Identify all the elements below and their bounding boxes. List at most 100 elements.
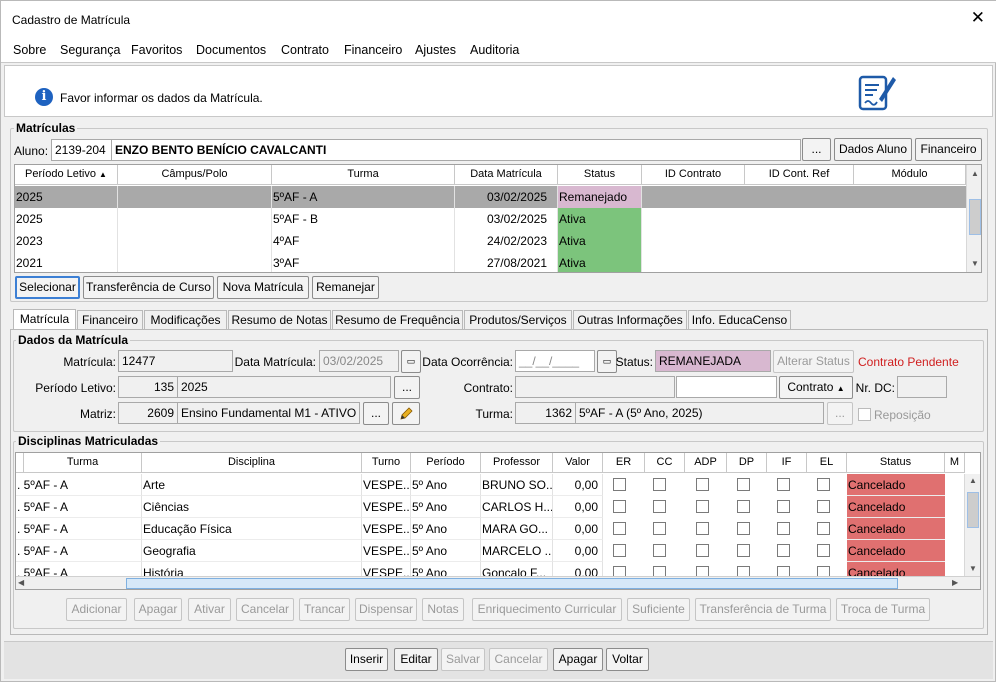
data-ocorrencia-field[interactable]: __/__/____ <box>515 350 595 372</box>
scroll-up-icon[interactable]: ▲ <box>967 169 981 178</box>
matriculas-scrollbar[interactable]: ▲ ▼ <box>966 165 981 272</box>
col-campus[interactable]: Câmpus/Polo <box>118 165 272 185</box>
transferencia-turma-button[interactable]: Transferência de Turma <box>695 598 831 621</box>
turma-code-field[interactable]: 1362 <box>515 402 576 424</box>
transferencia-curso-button[interactable]: Transferência de Curso <box>83 276 214 299</box>
table-cell-turma[interactable]: . 5ºAF - A <box>16 474 142 496</box>
row-checkbox[interactable] <box>653 500 666 513</box>
table-cell-periodo[interactable]: 5º Ano <box>411 518 481 540</box>
data-matricula-field[interactable]: 03/02/2025 <box>319 350 399 372</box>
tab-resumo-notas[interactable]: Resumo de Notas <box>228 310 331 330</box>
table-cell-turno[interactable]: VESPE... <box>362 540 411 562</box>
scroll-thumb[interactable] <box>969 199 981 235</box>
menu-sobre[interactable]: Sobre <box>13 43 46 57</box>
table-cell-status[interactable]: Ativa <box>558 230 642 252</box>
col-id-contrato[interactable]: ID Contrato <box>642 165 745 185</box>
col-periodo-letivo[interactable]: Período Letivo ▲ <box>15 165 118 185</box>
disciplinas-hscrollbar[interactable]: ◀ ▶ <box>16 576 980 589</box>
aluno-name-field[interactable]: ENZO BENTO BENÍCIO CAVALCANTI <box>111 139 801 161</box>
table-cell-turma[interactable]: 4ºAF <box>272 230 455 252</box>
table-cell-status[interactable]: Cancelado <box>847 518 945 540</box>
col-turno[interactable]: Turno <box>362 453 411 473</box>
row-checkbox[interactable] <box>653 544 666 557</box>
row-checkbox[interactable] <box>737 544 750 557</box>
tab-modificacoes[interactable]: Modificações <box>144 310 227 330</box>
table-cell-status[interactable]: Ativa <box>558 208 642 230</box>
matricula-field[interactable]: 12477 <box>118 350 233 372</box>
nova-matricula-button[interactable]: Nova Matrícula <box>217 276 309 299</box>
col-turma[interactable]: Turma <box>24 453 142 473</box>
col-professor[interactable]: Professor <box>481 453 553 473</box>
editar-button[interactable]: Editar <box>394 648 438 671</box>
ativar-button[interactable]: Ativar <box>188 598 231 621</box>
row-checkbox[interactable] <box>613 478 626 491</box>
table-cell-status[interactable]: Remanejado <box>558 186 642 208</box>
selecionar-button[interactable]: Selecionar <box>15 276 80 299</box>
table-cell-campus[interactable] <box>118 186 272 208</box>
matriz-search-button[interactable]: ... <box>363 402 389 425</box>
nrdc-field[interactable] <box>897 376 947 398</box>
row-checkbox[interactable] <box>777 522 790 535</box>
tab-resumo-frequencia[interactable]: Resumo de Frequência <box>332 310 463 330</box>
periodo-code-field[interactable]: 135 <box>118 376 178 398</box>
contrato-field-2[interactable] <box>676 376 777 398</box>
apagar-button[interactable]: Apagar <box>134 598 182 621</box>
row-checkbox[interactable] <box>653 478 666 491</box>
table-cell-turno[interactable]: VESPE... <box>362 496 411 518</box>
table-cell-professor[interactable]: BRUNO SO... <box>481 474 553 496</box>
troca-turma-button[interactable]: Troca de Turma <box>836 598 930 621</box>
table-cell-periodo[interactable]: 2025 <box>15 186 118 208</box>
row-checkbox[interactable] <box>737 478 750 491</box>
menu-favoritos[interactable]: Favoritos <box>131 43 182 57</box>
menu-financeiro[interactable]: Financeiro <box>344 43 402 57</box>
table-cell-turma[interactable]: . 5ºAF - A <box>16 496 142 518</box>
row-checkbox[interactable] <box>696 478 709 491</box>
table-cell-status[interactable]: Cancelado <box>847 496 945 518</box>
matriz-code-field[interactable]: 2609 <box>118 402 178 424</box>
row-checkbox[interactable] <box>653 522 666 535</box>
table-cell-turma[interactable]: 5ºAF - B <box>272 208 455 230</box>
col-data-matricula[interactable]: Data Matrícula <box>455 165 558 185</box>
table-cell-periodo[interactable]: 5º Ano <box>411 540 481 562</box>
table-cell-data[interactable]: 24/02/2023 <box>455 230 558 252</box>
periodo-field[interactable]: 2025 <box>177 376 391 398</box>
scroll-left-icon[interactable]: ◀ <box>18 578 24 587</box>
col-cc[interactable]: CC <box>645 453 685 473</box>
remanejar-button[interactable]: Remanejar <box>312 276 379 299</box>
dispensar-button[interactable]: Dispensar <box>355 598 417 621</box>
row-checkbox[interactable] <box>696 522 709 535</box>
table-cell-turma[interactable]: . 5ºAF - A <box>16 540 142 562</box>
table-cell-status[interactable]: Cancelado <box>847 540 945 562</box>
row-checkbox[interactable] <box>613 500 626 513</box>
col-periodo[interactable]: Período <box>411 453 481 473</box>
tab-produtos-servicos[interactable]: Produtos/Serviços <box>464 310 572 330</box>
row-checkbox[interactable] <box>737 522 750 535</box>
row-checkbox[interactable] <box>777 478 790 491</box>
row-checkbox[interactable] <box>817 478 830 491</box>
contrato-field[interactable] <box>515 376 675 398</box>
table-cell-campus[interactable] <box>118 252 272 272</box>
scroll-down-icon[interactable]: ▼ <box>965 564 980 573</box>
adicionar-button[interactable]: Adicionar <box>66 598 127 621</box>
table-cell-turno[interactable]: VESPE... <box>362 474 411 496</box>
row-checkbox[interactable] <box>696 500 709 513</box>
table-cell-turma[interactable]: 3ºAF <box>272 252 455 272</box>
table-cell-valor[interactable]: 0,00 <box>553 496 603 518</box>
table-cell-data[interactable]: 03/02/2025 <box>455 208 558 230</box>
aluno-code-field[interactable]: 2139-204 <box>51 139 112 161</box>
col-valor[interactable]: Valor <box>553 453 603 473</box>
salvar-button[interactable]: Salvar <box>441 648 485 671</box>
table-cell-turno[interactable]: VESPE... <box>362 518 411 540</box>
table-cell-professor[interactable]: MARCELO ... <box>481 540 553 562</box>
row-checkbox[interactable] <box>613 522 626 535</box>
table-cell-periodo[interactable]: 5º Ano <box>411 474 481 496</box>
table-cell-periodo[interactable]: 5º Ano <box>411 496 481 518</box>
financeiro-button[interactable]: Financeiro <box>915 138 982 161</box>
pencil-icon[interactable] <box>392 402 420 425</box>
calendar-icon[interactable]: ▭ <box>401 350 421 373</box>
row-checkbox[interactable] <box>777 500 790 513</box>
scroll-down-icon[interactable]: ▼ <box>967 259 981 268</box>
menu-auditoria[interactable]: Auditoria <box>470 43 519 57</box>
apagar-button[interactable]: Apagar <box>553 648 603 671</box>
col-disciplina[interactable]: Disciplina <box>142 453 362 473</box>
